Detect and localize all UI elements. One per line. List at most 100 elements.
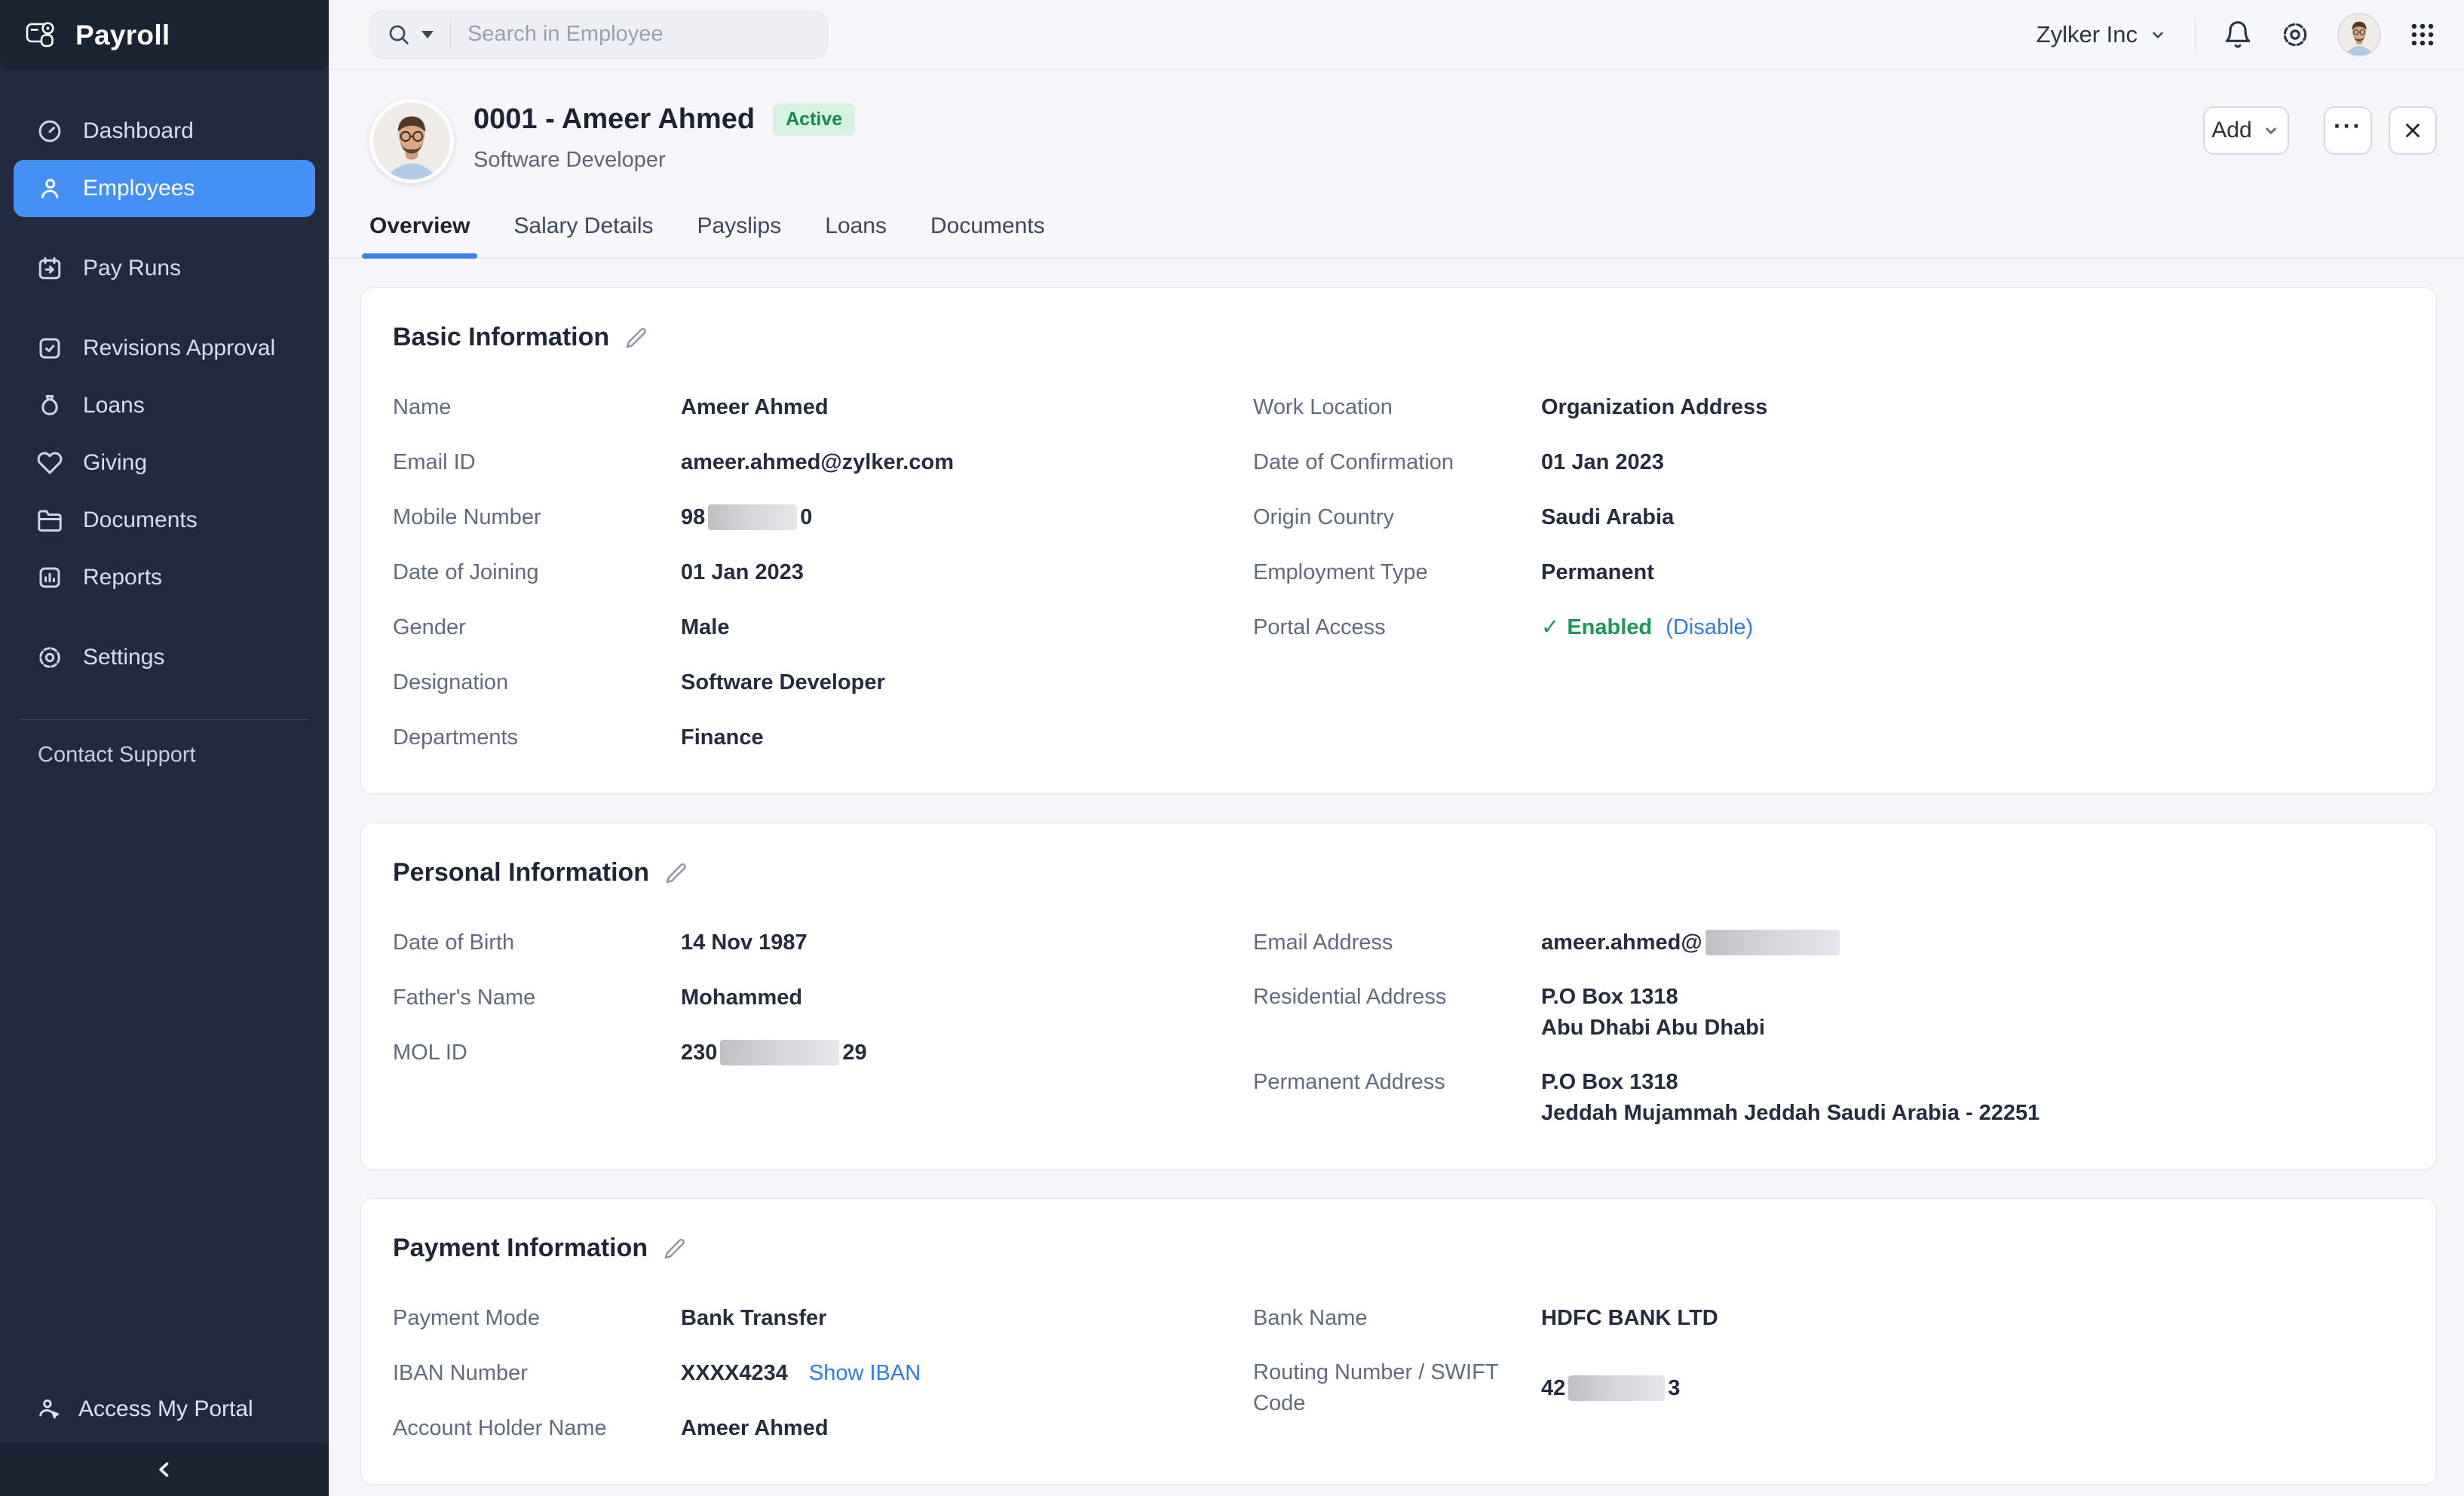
field-row: IBAN Number XXXX4234Show IBAN [393, 1357, 1253, 1389]
chevron-left-icon [152, 1457, 177, 1482]
edit-pencil-icon[interactable] [664, 861, 688, 885]
redacted-value [1705, 930, 1840, 955]
settings-icon [36, 644, 63, 671]
card-title: Basic Information [393, 323, 609, 352]
sidebar-item-label: Pay Runs [83, 256, 181, 281]
card-title: Personal Information [393, 858, 649, 887]
sidebar-item-documents[interactable]: Documents [14, 492, 315, 549]
edit-pencil-icon[interactable] [663, 1237, 687, 1261]
field-row: Permanent Address P.O Box 1318Jeddah Muj… [1253, 1067, 2404, 1129]
close-button[interactable] [2389, 106, 2437, 155]
edit-pencil-icon[interactable] [624, 326, 648, 350]
revisions-approval-icon [36, 335, 63, 362]
notifications-bell-icon[interactable] [2223, 20, 2253, 50]
sidebar-item-label: Loans [83, 393, 145, 418]
search-input[interactable] [467, 22, 811, 47]
field-row-portal-access: Portal Access ✓Enabled (Disable) [1253, 612, 2404, 643]
personal-information-card: Personal Information Date of Birth14 Nov… [360, 823, 2437, 1170]
app-grid-icon[interactable] [2408, 20, 2437, 49]
org-name: Zylker Inc [2036, 21, 2138, 48]
field-row: Payment ModeBank Transfer [393, 1302, 1253, 1334]
settings-gear-icon[interactable] [2280, 20, 2310, 50]
access-my-portal-label: Access My Portal [78, 1396, 253, 1422]
field-row: Account Holder NameAmeer Ahmed [393, 1412, 1253, 1444]
contact-support-link[interactable]: Contact Support [0, 720, 329, 790]
employee-title: 0001 - Ameer Ahmed [473, 103, 755, 136]
search-scope-caret-icon[interactable] [421, 31, 434, 38]
field-row: DesignationSoftware Developer [393, 667, 1253, 698]
add-button[interactable]: Add [2203, 106, 2289, 155]
employee-photo [373, 103, 450, 179]
giving-icon [36, 449, 63, 477]
employee-avatar [369, 99, 454, 183]
user-avatar[interactable] [2337, 13, 2381, 57]
search-divider [450, 21, 451, 48]
redacted-value [720, 1040, 839, 1065]
sidebar-item-label: Employees [83, 176, 195, 201]
sidebar-nav: Dashboard Employees Pay Runs Revisions A… [0, 71, 329, 709]
employee-designation: Software Developer [473, 148, 855, 173]
search-icon [387, 23, 411, 47]
pay-runs-icon [36, 255, 63, 282]
employees-icon [36, 175, 63, 202]
sidebar-item-employees[interactable]: Employees [14, 160, 315, 217]
field-row: Residential Address P.O Box 1318Abu Dhab… [1253, 982, 2404, 1044]
employee-header: 0001 - Ameer Ahmed Active Software Devel… [329, 70, 2464, 183]
more-options-button[interactable]: ··· [2324, 106, 2372, 155]
field-row: Date of Joining01 Jan 2023 [393, 556, 1253, 588]
chevron-down-icon [2261, 121, 2281, 140]
field-row: Email IDameer.ahmed@zylker.com [393, 446, 1253, 478]
field-row: DepartmentsFinance [393, 722, 1253, 753]
field-row: Date of Birth14 Nov 1987 [393, 927, 1253, 958]
sidebar-collapse-button[interactable] [0, 1443, 329, 1496]
sidebar-item-revisions-approval[interactable]: Revisions Approval [14, 320, 315, 377]
field-row: Work LocationOrganization Address [1253, 391, 2404, 423]
sidebar-item-pay-runs[interactable]: Pay Runs [14, 240, 315, 297]
tab-payslips[interactable]: Payslips [697, 213, 782, 257]
topbar-divider [2195, 18, 2196, 51]
redacted-value [708, 504, 797, 530]
basic-information-card: Basic Information NameAmeer Ahmed Email … [360, 287, 2437, 794]
field-row: MOL ID 23029 [393, 1037, 1253, 1068]
search-box[interactable] [369, 11, 828, 59]
close-icon [2401, 119, 2424, 142]
status-badge: Active [773, 103, 855, 136]
field-row: NameAmeer Ahmed [393, 391, 1253, 423]
card-title: Payment Information [393, 1234, 648, 1263]
employee-tabs: Overview Salary Details Payslips Loans D… [329, 213, 2464, 259]
tab-documents[interactable]: Documents [930, 213, 1045, 257]
sidebar-item-loans[interactable]: Loans [14, 377, 315, 434]
sidebar-item-label: Settings [83, 645, 164, 670]
chevron-down-icon [2148, 25, 2168, 44]
sidebar-item-settings[interactable]: Settings [14, 629, 315, 686]
field-row: Father's NameMohammed [393, 982, 1253, 1013]
sidebar-item-label: Dashboard [83, 118, 194, 144]
tab-overview[interactable]: Overview [369, 213, 470, 257]
documents-icon [36, 507, 63, 534]
reports-icon [36, 564, 63, 591]
field-row: Routing Number / SWIFT Code 423 [1253, 1357, 2404, 1419]
show-iban-link[interactable]: Show IBAN [809, 1361, 921, 1385]
dashboard-icon [36, 118, 63, 145]
sidebar-item-reports[interactable]: Reports [14, 549, 315, 606]
redacted-value [1568, 1375, 1665, 1401]
org-selector[interactable]: Zylker Inc [2036, 21, 2168, 48]
disable-portal-link[interactable]: (Disable) [1666, 615, 1753, 639]
loans-icon [36, 392, 63, 419]
field-row: Bank NameHDFC BANK LTD [1253, 1302, 2404, 1334]
access-my-portal-link[interactable]: Access My Portal [0, 1396, 329, 1443]
sidebar-item-dashboard[interactable]: Dashboard [14, 103, 315, 160]
field-row: Employment TypePermanent [1253, 556, 2404, 588]
sidebar-item-label: Reports [83, 565, 162, 590]
payroll-logo-icon [23, 17, 59, 54]
sidebar-item-giving[interactable]: Giving [14, 434, 315, 492]
sidebar: Payroll Dashboard Employees Pay Runs Rev… [0, 0, 329, 1496]
app-title: Payroll [75, 20, 170, 51]
field-row: Email Address ameer.ahmed@ [1253, 927, 2404, 958]
field-row: Date of Confirmation01 Jan 2023 [1253, 446, 2404, 478]
portal-enabled-text: Enabled [1567, 615, 1652, 639]
tab-salary-details[interactable]: Salary Details [513, 213, 653, 257]
tab-loans[interactable]: Loans [825, 213, 887, 257]
check-icon: ✓ [1541, 615, 1559, 639]
add-button-label: Add [2211, 118, 2251, 143]
